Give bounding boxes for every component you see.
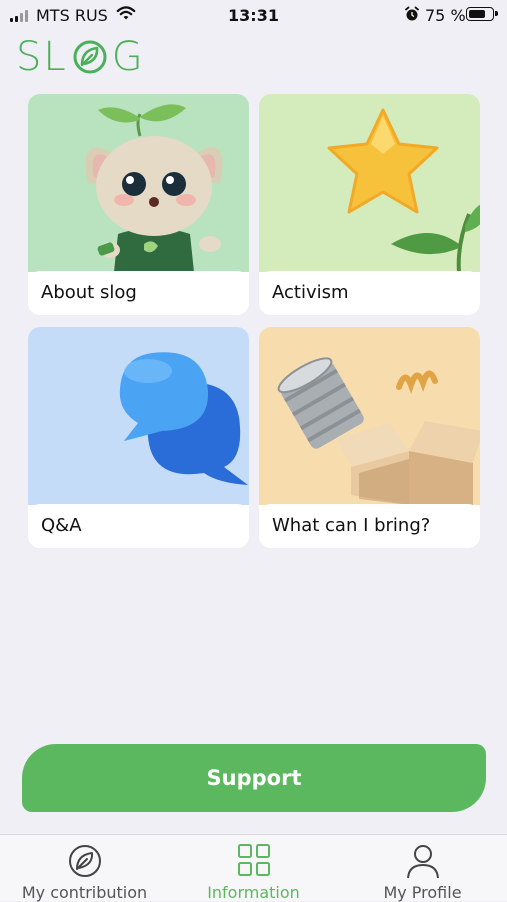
- app-logo: SL G: [16, 34, 145, 80]
- tab-label: Information: [207, 883, 300, 902]
- card-label: What can I bring?: [272, 515, 431, 536]
- tab-my-contribution[interactable]: My contribution: [0, 835, 169, 902]
- status-bar: MTS RUS 13:31 75 %: [0, 0, 507, 30]
- leaf-o-icon: [73, 40, 107, 74]
- tab-information[interactable]: Information: [169, 835, 338, 902]
- card-label: About slog: [41, 282, 137, 303]
- tab-label: My contribution: [21, 883, 148, 902]
- grid-icon: [237, 844, 270, 876]
- support-button-label: Support: [206, 766, 302, 790]
- person-icon: [406, 845, 439, 879]
- battery-icon: [466, 7, 498, 21]
- card-qa[interactable]: Q&A: [28, 327, 249, 548]
- chat-bubbles-illustration: [28, 327, 249, 505]
- card-activism[interactable]: Activism: [259, 94, 480, 315]
- leaf-circle-icon: [68, 845, 101, 877]
- card-label: Activism: [272, 282, 349, 303]
- card-about-slog[interactable]: About slog: [28, 94, 249, 315]
- star-illustration: [259, 94, 480, 272]
- card-what-can-i-bring[interactable]: What can I bring?: [259, 327, 480, 548]
- tab-my-profile[interactable]: My Profile: [338, 835, 507, 902]
- mascot-illustration: [28, 94, 249, 272]
- can-and-box-illustration: [259, 327, 480, 505]
- alarm-icon: [405, 6, 419, 21]
- support-button[interactable]: Support: [22, 744, 486, 812]
- battery-percentage: 75 %: [425, 6, 466, 25]
- tab-label: My Profile: [383, 883, 462, 902]
- card-label: Q&A: [41, 515, 82, 536]
- tab-bar: My contribution Information My Profile: [0, 834, 507, 902]
